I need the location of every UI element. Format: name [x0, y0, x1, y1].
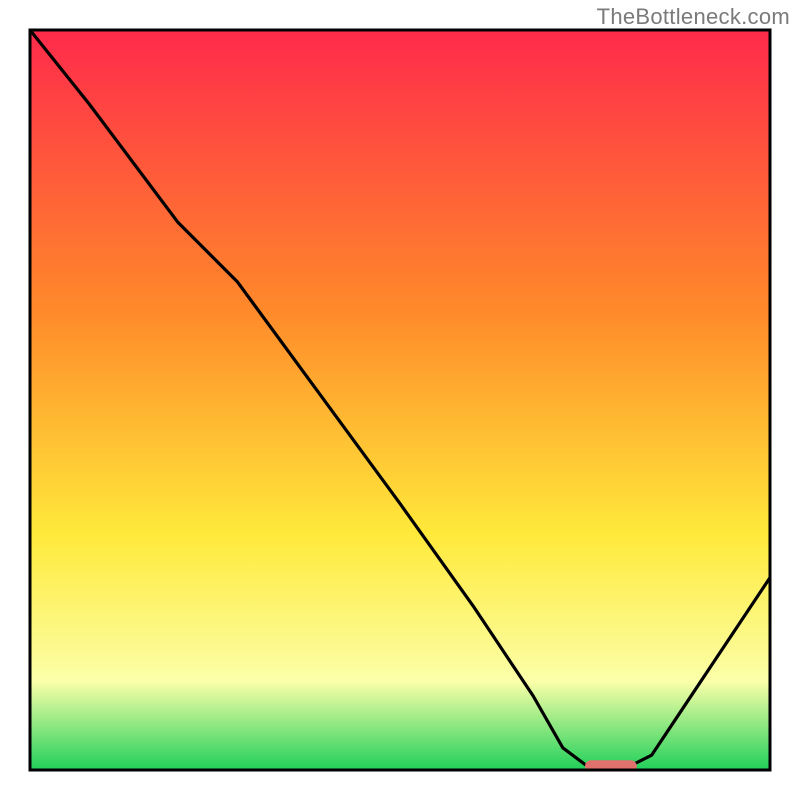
bottleneck-chart: [0, 0, 800, 800]
heat-gradient: [30, 30, 770, 770]
chart-container: TheBottleneck.com: [0, 0, 800, 800]
